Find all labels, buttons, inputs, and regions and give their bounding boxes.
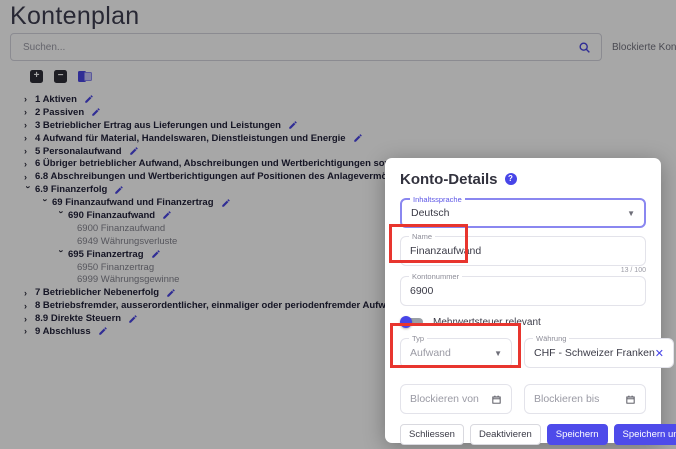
clear-currency-icon[interactable]: ✕ — [655, 347, 664, 360]
chevron-right-icon[interactable]: › — [24, 94, 35, 104]
edit-icon[interactable] — [129, 146, 139, 156]
chevron-right-icon[interactable]: › — [24, 288, 35, 298]
calendar-icon[interactable] — [491, 394, 502, 405]
deactivate-button[interactable]: Deaktivieren — [470, 424, 541, 445]
chevron-right-icon[interactable]: › — [24, 326, 35, 336]
blocked-accounts-toggle-label[interactable]: Blockierte Konten anzeigen — [612, 42, 676, 53]
content-language-select[interactable]: Inhaltssprache Deutsch ▼ — [400, 198, 646, 228]
edit-icon[interactable] — [151, 249, 161, 259]
help-icon[interactable]: ? — [505, 173, 517, 185]
currency-field[interactable]: Währung CHF - Schweizer Franken ✕ — [524, 338, 674, 368]
chevron-down-icon[interactable]: › — [56, 211, 66, 222]
edit-icon[interactable] — [166, 288, 176, 298]
calendar-icon[interactable] — [625, 394, 636, 405]
dialog-actions: Schliessen Deaktivieren Speichern Speich… — [400, 424, 646, 445]
edit-icon[interactable] — [114, 185, 124, 195]
tree-toolbar: + − — [30, 70, 93, 83]
chevron-right-icon[interactable]: › — [24, 159, 35, 169]
tree-node[interactable]: ›2 Passiven — [24, 106, 676, 119]
close-button[interactable]: Schliessen — [400, 424, 464, 445]
dropdown-arrow-icon: ▼ — [627, 209, 635, 218]
app-window: Kontenplan Blockierte Konten anzeigen + … — [0, 0, 676, 449]
tree-node[interactable]: ›5 Personalaufwand — [24, 145, 676, 158]
edit-icon[interactable] — [84, 94, 94, 104]
vat-toggle-row: Mehrwertsteuer relevant — [400, 316, 646, 328]
edit-icon[interactable] — [221, 198, 231, 208]
dialog-title: Konto-Details — [400, 171, 498, 188]
excel-export-icon[interactable] — [78, 70, 93, 83]
edit-icon[interactable] — [98, 326, 108, 336]
tree-node[interactable]: ›3 Betrieblicher Ertrag aus Lieferungen … — [24, 119, 676, 132]
account-details-dialog: Konto-Details ? Inhaltssprache Deutsch ▼… — [385, 158, 661, 443]
vat-toggle[interactable] — [400, 316, 424, 328]
save-button[interactable]: Speichern — [547, 424, 608, 445]
vat-toggle-label: Mehrwertsteuer relevant — [433, 317, 541, 328]
search-icon[interactable] — [578, 41, 591, 54]
chevron-right-icon[interactable]: › — [24, 120, 35, 130]
edit-icon[interactable] — [128, 314, 138, 324]
tree-node[interactable]: ›1 Aktiven — [24, 93, 676, 106]
page-title: Kontenplan — [10, 2, 140, 31]
chevron-right-icon[interactable]: › — [24, 107, 35, 117]
dropdown-arrow-icon: ▼ — [494, 349, 502, 358]
type-select[interactable]: Typ Aufwand ▼ — [400, 338, 512, 368]
chevron-down-icon[interactable]: › — [40, 198, 50, 209]
search-input[interactable] — [21, 41, 578, 54]
name-field[interactable]: Name Finanzaufwand — [400, 236, 646, 266]
chevron-down-icon[interactable]: › — [56, 250, 66, 261]
edit-icon[interactable] — [353, 133, 363, 143]
block-from-datepicker[interactable]: Blockieren von — [400, 384, 512, 414]
dialog-title-row: Konto-Details ? — [400, 171, 646, 187]
account-number-field[interactable]: Kontonummer 6900 — [400, 276, 646, 306]
tree-node[interactable]: ›4 Aufwand für Material, Handelswaren, D… — [24, 132, 676, 145]
collapse-all-button[interactable]: − — [54, 70, 67, 83]
chevron-right-icon[interactable]: › — [24, 301, 35, 311]
search-bar[interactable] — [10, 33, 602, 61]
save-and-close-button[interactable]: Speichern und Schliessen — [614, 424, 676, 445]
chevron-right-icon[interactable]: › — [24, 314, 35, 324]
chevron-right-icon[interactable]: › — [24, 172, 35, 182]
expand-all-button[interactable]: + — [30, 70, 43, 83]
edit-icon[interactable] — [162, 210, 172, 220]
edit-icon[interactable] — [91, 107, 101, 117]
chevron-right-icon[interactable]: › — [24, 146, 35, 156]
chevron-down-icon[interactable]: › — [23, 185, 33, 196]
block-to-datepicker[interactable]: Blockieren bis — [524, 384, 646, 414]
chevron-right-icon[interactable]: › — [24, 133, 35, 143]
edit-icon[interactable] — [288, 120, 298, 130]
